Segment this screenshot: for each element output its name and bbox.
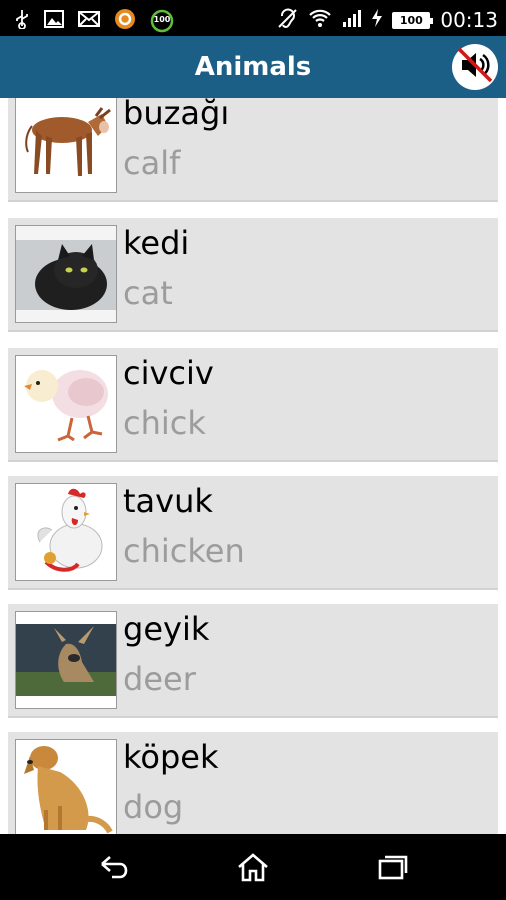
cat-image — [15, 225, 117, 323]
translation-text: calf — [123, 144, 181, 182]
mute-button[interactable] — [452, 44, 498, 90]
translation-text: chick — [123, 404, 206, 442]
calf-image — [15, 98, 117, 193]
deer-image — [15, 611, 117, 709]
battery-icon: 100 — [392, 11, 434, 29]
list-item-chick[interactable]: civciv chick — [8, 348, 498, 462]
battery-saver-icon: 100 — [150, 9, 174, 33]
battery-level-text: 100 — [399, 13, 423, 27]
list-item-cat[interactable]: kedi cat — [8, 218, 498, 332]
word-text: geyik — [123, 610, 210, 648]
list-item-dog[interactable]: köpek dog — [8, 732, 498, 834]
usb-icon — [14, 9, 30, 33]
translation-text: deer — [123, 660, 196, 698]
clock: 00:13 — [440, 8, 498, 32]
translation-text: cat — [123, 274, 173, 312]
list-item-chicken[interactable]: tavuk chicken — [8, 476, 498, 590]
word-text: tavuk — [123, 482, 213, 520]
animal-list[interactable]: buzağı calf kedi cat civciv chick tavuk … — [0, 98, 506, 834]
recents-icon — [376, 855, 410, 886]
mail-icon — [78, 11, 100, 31]
app-notification-icon — [114, 8, 136, 34]
navigation-bar — [0, 834, 506, 900]
status-bar: 100 100 00:13 — [0, 0, 506, 36]
back-icon — [98, 856, 132, 886]
page-title: Animals — [194, 52, 312, 82]
signal-icon — [342, 8, 362, 32]
word-text: kedi — [123, 224, 190, 262]
speaker-muted-icon — [455, 45, 495, 89]
dog-image — [15, 739, 117, 834]
list-item-deer[interactable]: geyik deer — [8, 604, 498, 718]
translation-text: dog — [123, 788, 184, 826]
hearing-aid-icon — [276, 7, 298, 33]
list-item-calf[interactable]: buzağı calf — [8, 98, 498, 202]
translation-text: chicken — [123, 532, 245, 570]
back-button[interactable] — [98, 852, 132, 882]
wifi-icon — [308, 8, 332, 32]
word-text: buzağı — [123, 98, 230, 132]
notification-badge-text: 100 — [153, 15, 171, 24]
chick-image — [15, 355, 117, 453]
recents-button[interactable] — [376, 852, 410, 882]
word-text: civciv — [123, 354, 214, 392]
gallery-icon — [44, 10, 64, 32]
app-bar: Animals — [0, 36, 506, 98]
chicken-image — [15, 483, 117, 581]
home-icon — [236, 853, 270, 886]
home-button[interactable] — [236, 852, 270, 882]
charging-icon — [372, 9, 383, 31]
word-text: köpek — [123, 738, 219, 776]
